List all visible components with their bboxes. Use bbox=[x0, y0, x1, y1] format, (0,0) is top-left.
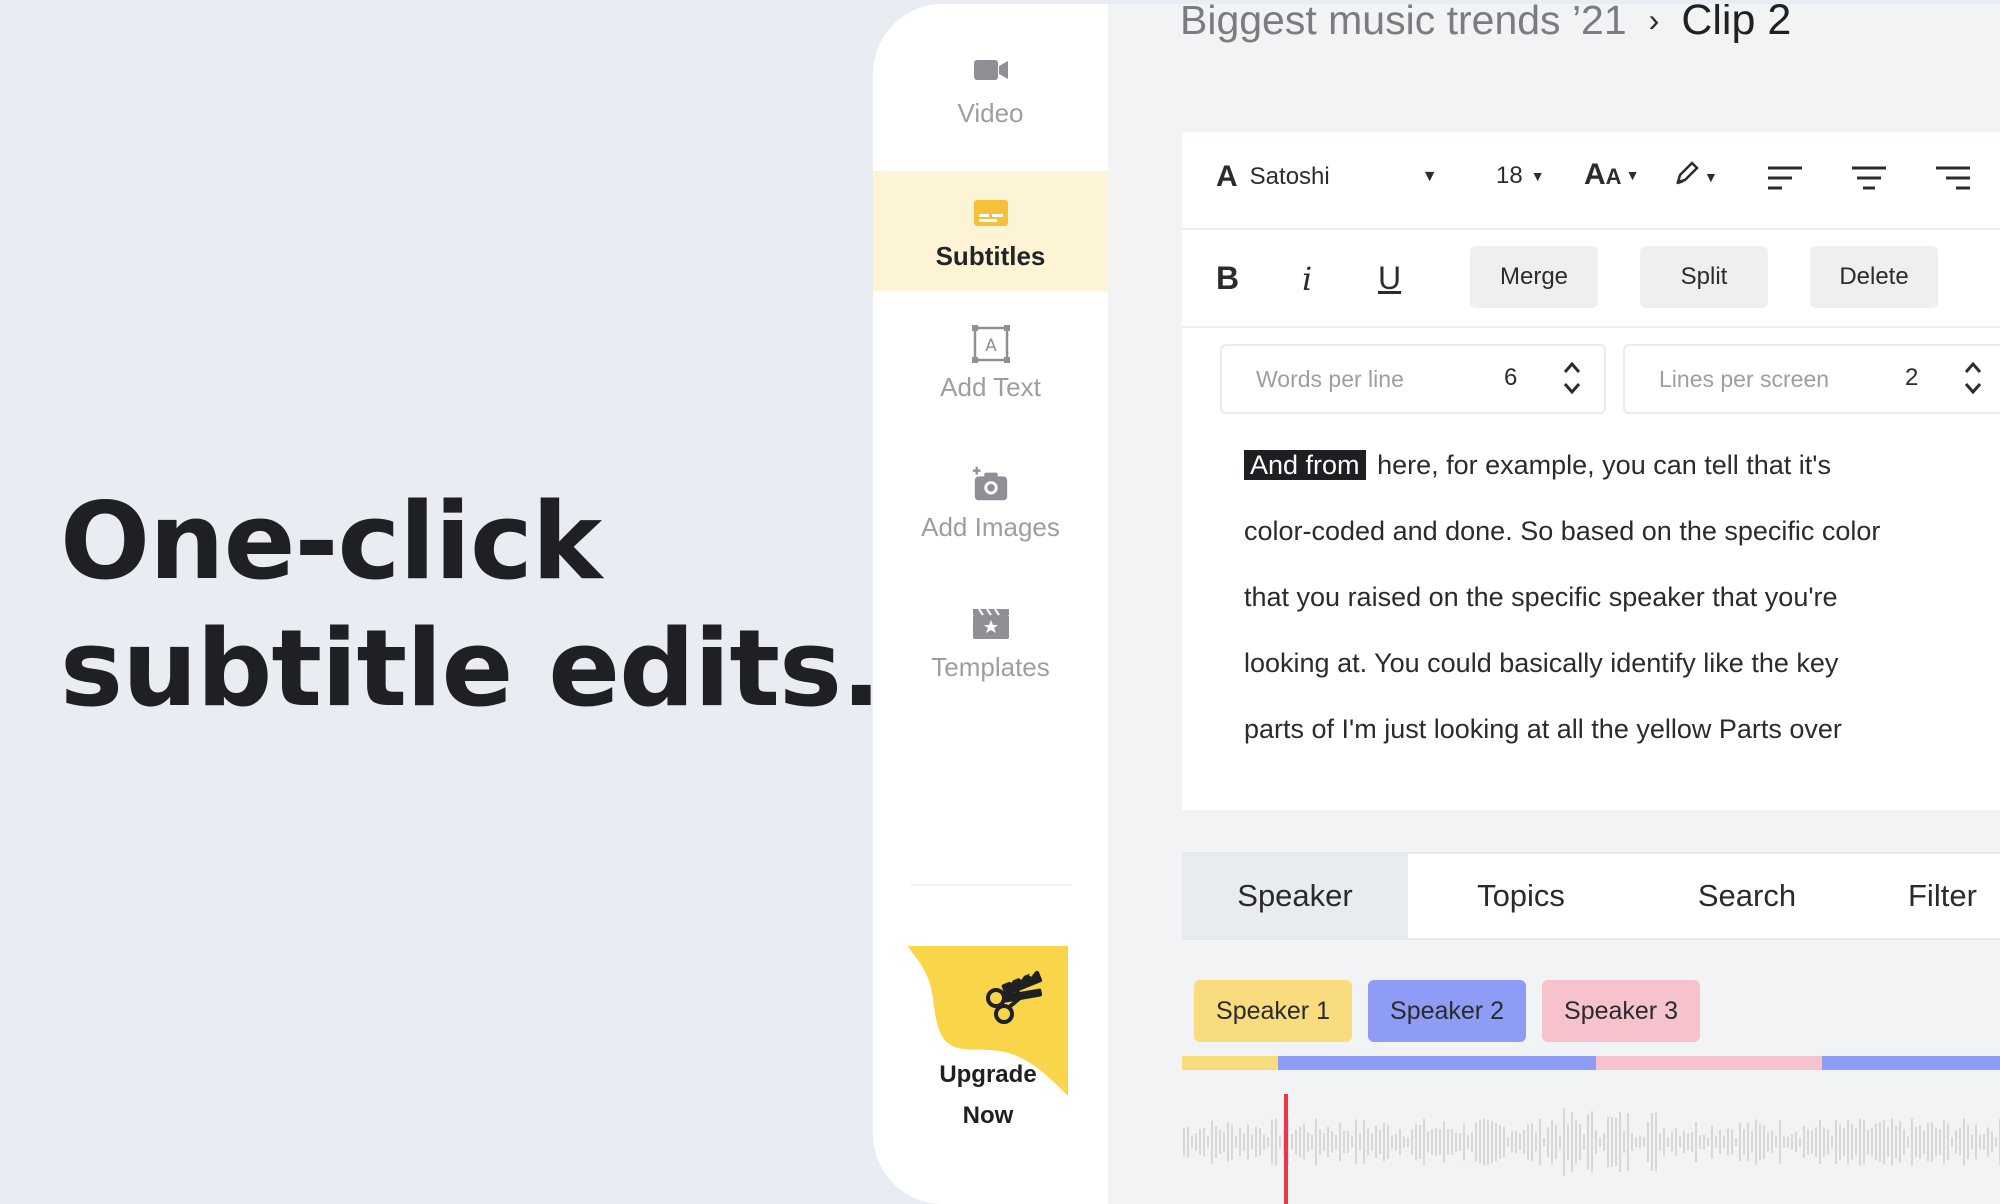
main-panel: Biggest music trends ’21 › Clip 2 A Sato… bbox=[1108, 4, 2000, 1204]
tab-speaker[interactable]: Speaker bbox=[1182, 854, 1408, 938]
chevron-down-icon: ▼ bbox=[1625, 167, 1640, 183]
editor-window: Video Subtitles A Add Text Add Images Te… bbox=[873, 4, 2000, 1204]
chevron-down-icon: ▼ bbox=[1530, 168, 1545, 184]
tab-filter[interactable]: Filter bbox=[1860, 854, 2000, 938]
breadcrumb-separator: › bbox=[1648, 4, 1660, 38]
sidebar-item-subtitles[interactable]: Subtitles bbox=[873, 171, 1108, 291]
style-toolbar: B i U Merge Split Delete bbox=[1182, 230, 2000, 328]
add-text-icon: A bbox=[971, 324, 1011, 364]
tab-topics[interactable]: Topics bbox=[1408, 854, 1634, 938]
upgrade-label-line-1: Upgrade bbox=[939, 1061, 1037, 1088]
subtitles-icon bbox=[971, 193, 1011, 233]
headline-line-1: One-click bbox=[60, 480, 602, 603]
headline-line-2: subtitle edits. bbox=[60, 607, 881, 730]
font-icon: A bbox=[1216, 160, 1238, 193]
words-per-line-stepper[interactable]: Words per line 6 bbox=[1220, 344, 1606, 414]
stepper-arrows-icon[interactable] bbox=[1963, 356, 1983, 400]
speaker-chip-2[interactable]: Speaker 2 bbox=[1368, 980, 1526, 1042]
text-case-select[interactable]: AA ▼ bbox=[1584, 158, 1639, 192]
align-center-icon bbox=[1852, 166, 1886, 190]
panel-tabs: Speaker Topics Search Filter bbox=[1182, 852, 2000, 940]
align-right-button[interactable] bbox=[1936, 166, 1970, 190]
transcript-line: that you raised on the specific speaker … bbox=[1244, 582, 1838, 612]
speaker-chip-3[interactable]: Speaker 3 bbox=[1542, 980, 1700, 1042]
sidebar-item-label: Subtitles bbox=[935, 241, 1046, 271]
format-toolbar: A Satoshi ▼ 18 ▼ AA ▼ ▼ bbox=[1182, 132, 2000, 230]
transcript-line-text: here, for example, you can tell that it'… bbox=[1377, 450, 1831, 480]
underline-button[interactable]: U bbox=[1378, 260, 1401, 297]
sidebar-divider bbox=[911, 884, 1071, 886]
merge-button[interactable]: Merge bbox=[1470, 246, 1598, 308]
tab-search[interactable]: Search bbox=[1634, 854, 1860, 938]
breadcrumb-parent[interactable]: Biggest music trends ’21 bbox=[1180, 4, 1627, 44]
font-family-value: Satoshi bbox=[1249, 163, 1330, 190]
breadcrumb-current: Clip 2 bbox=[1681, 4, 1792, 44]
highlighted-words[interactable]: And from bbox=[1244, 450, 1366, 480]
words-per-line-label: Words per line bbox=[1256, 366, 1404, 392]
sidebar-item-add-text[interactable]: A Add Text bbox=[873, 324, 1108, 442]
text-color-select[interactable]: ▼ bbox=[1674, 160, 1718, 193]
transcript-line: color-coded and done. So based on the sp… bbox=[1244, 516, 1881, 546]
transcript-text[interactable]: And from here, for example, you can tell… bbox=[1244, 432, 2000, 762]
lines-per-screen-label: Lines per screen bbox=[1659, 366, 1830, 392]
add-image-icon bbox=[971, 464, 1011, 504]
speaker-timeline-segment bbox=[1278, 1056, 1596, 1070]
words-per-line-value: 6 bbox=[1504, 364, 1518, 391]
split-button[interactable]: Split bbox=[1640, 246, 1768, 308]
sidebar-item-label: Add Text bbox=[940, 372, 1041, 402]
speaker-timeline-segment bbox=[1822, 1056, 2000, 1070]
font-size-value: 18 bbox=[1496, 162, 1523, 189]
speaker-timeline-segment bbox=[1182, 1056, 1278, 1070]
speaker-chip-1[interactable]: Speaker 1 bbox=[1194, 980, 1352, 1042]
bold-button[interactable]: B bbox=[1216, 260, 1239, 297]
align-left-button[interactable] bbox=[1768, 166, 1802, 190]
breadcrumb: Biggest music trends ’21 › Clip 2 bbox=[1180, 4, 1791, 45]
sidebar-item-templates[interactable]: Templates bbox=[873, 604, 1108, 722]
align-left-icon bbox=[1768, 166, 1802, 190]
lines-per-screen-stepper[interactable]: Lines per screen 2 bbox=[1623, 344, 2000, 414]
font-family-select[interactable]: A Satoshi ▼ bbox=[1216, 160, 1438, 194]
align-center-button[interactable] bbox=[1852, 166, 1886, 190]
sidebar-item-video[interactable]: Video bbox=[873, 50, 1108, 168]
video-camera-icon bbox=[971, 50, 1011, 90]
chevron-down-icon: ▼ bbox=[1421, 168, 1438, 185]
upgrade-now-button[interactable]: Upgrade Now bbox=[908, 946, 1068, 1152]
headline: One-click subtitle edits. bbox=[60, 478, 881, 732]
upgrade-label-line-2: Now bbox=[962, 1102, 1014, 1129]
text-case-icon: AA bbox=[1584, 158, 1622, 191]
align-right-icon bbox=[1936, 166, 1970, 190]
upgrade-label: Upgrade Now bbox=[908, 1054, 1068, 1136]
transcript-line: parts of I'm just looking at all the yel… bbox=[1244, 714, 1842, 744]
speaker-timeline-segment bbox=[1596, 1056, 1822, 1070]
svg-text:A: A bbox=[985, 336, 997, 356]
subtitle-editor: A Satoshi ▼ 18 ▼ AA ▼ ▼ B i U Merge Spli… bbox=[1182, 132, 2000, 810]
sidebar-item-label: Add Images bbox=[921, 512, 1060, 542]
delete-button[interactable]: Delete bbox=[1810, 246, 1938, 308]
font-size-select[interactable]: 18 ▼ bbox=[1496, 162, 1545, 190]
chevron-down-icon: ▼ bbox=[1704, 168, 1718, 185]
sidebar-item-label: Video bbox=[957, 98, 1024, 128]
lines-per-screen-value: 2 bbox=[1905, 364, 1919, 391]
transcript-line: And from here, for example, you can tell… bbox=[1244, 432, 2000, 498]
sidebar-item-add-images[interactable]: Add Images bbox=[873, 464, 1108, 582]
sidebar: Video Subtitles A Add Text Add Images Te… bbox=[873, 4, 1108, 1204]
scissors-clapper-icon bbox=[980, 964, 1046, 1029]
pencil-icon bbox=[1674, 160, 1700, 193]
italic-button[interactable]: i bbox=[1302, 260, 1312, 298]
audio-waveform[interactable] bbox=[1182, 1094, 2000, 1204]
sidebar-item-label: Templates bbox=[931, 652, 1050, 682]
templates-icon bbox=[971, 604, 1011, 644]
stepper-arrows-icon[interactable] bbox=[1562, 356, 1582, 400]
transcript-line: looking at. You could basically identify… bbox=[1244, 648, 1839, 678]
